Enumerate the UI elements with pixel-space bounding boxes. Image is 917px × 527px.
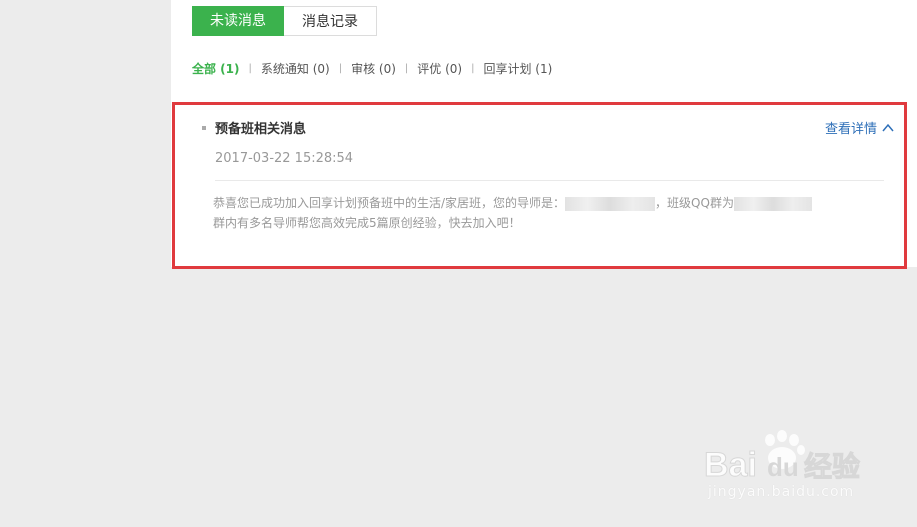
tab-unread-messages[interactable]: 未读消息 — [192, 6, 284, 36]
svg-text:经验: 经验 — [804, 450, 860, 482]
message-body-text-1: 恭喜您已成功加入回享计划预备班中的生活/家居班，您的导师是： — [213, 196, 566, 210]
chevron-up-icon — [882, 123, 894, 131]
message-tabs: 未读消息 消息记录 — [192, 6, 377, 36]
redacted-mentor-name — [565, 196, 656, 211]
tab-message-history[interactable]: 消息记录 — [284, 6, 377, 36]
watermark-site: jingyan.baidu.com — [708, 484, 855, 500]
view-details-link[interactable]: 查看详情 — [825, 118, 894, 137]
filter-separator: | — [404, 63, 409, 74]
filter-system-notice[interactable]: 系统通知 (0) — [261, 60, 330, 77]
view-details-label: 查看详情 — [824, 122, 877, 137]
filter-separator: | — [248, 63, 252, 74]
filter-separator: | — [338, 63, 343, 74]
message-body: 恭喜您已成功加入回享计划预备班中的生活/家居班，您的导师是： ，班级QQ群为 群内… — [213, 193, 883, 233]
message-filters: 全部 (1) | 系统通知 (0) | 审核 (0) | 评优 (0) | 回享… — [192, 60, 552, 77]
svg-text:du: du — [767, 452, 799, 482]
filter-review[interactable]: 审核 (0) — [351, 60, 396, 77]
message-timestamp: 2017-03-22 15:28:54 — [215, 151, 354, 166]
filter-huixiang-plan[interactable]: 回享计划 (1) — [483, 60, 552, 77]
filter-all[interactable]: 全部 (1) — [192, 60, 240, 77]
message-body-text-3: 群内有多名导师帮您高效完成5篇原创经验，快去加入吧！ — [213, 216, 521, 230]
message-card: 预备班相关消息 查看详情 2017-03-22 15:28:54 恭喜您已成功加… — [172, 102, 907, 269]
filter-separator: | — [471, 63, 475, 74]
message-body-text-2: ，班级QQ群为 — [655, 196, 734, 210]
svg-text:Bai: Bai — [704, 446, 757, 482]
bullet-icon — [202, 126, 206, 130]
baidu-jingyan-watermark: Bai du 经验 jingyan.baidu.com — [704, 428, 874, 508]
message-title: 预备班相关消息 — [215, 122, 307, 137]
filter-evaluation[interactable]: 评优 (0) — [417, 60, 462, 77]
baidu-jingyan-logo: Bai du 经验 — [704, 430, 861, 482]
redacted-qq-group — [733, 196, 812, 211]
divider — [215, 180, 884, 181]
